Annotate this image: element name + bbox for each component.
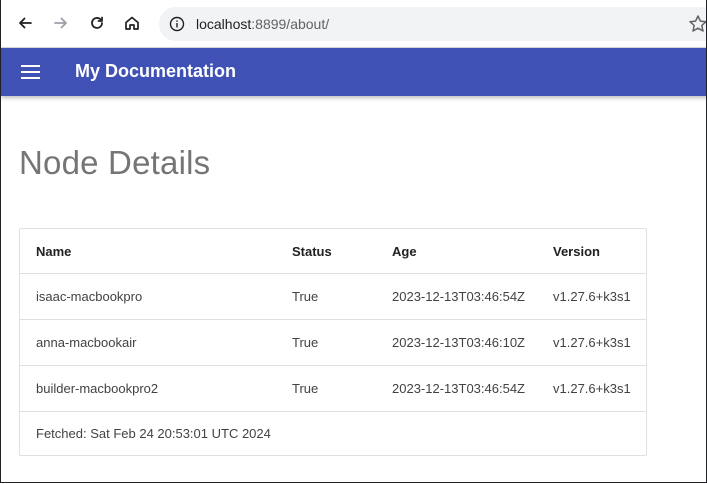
address-bar[interactable]: localhost:8899/about/ — [159, 7, 706, 41]
reload-button[interactable] — [83, 9, 111, 37]
column-header-version: Version — [537, 229, 646, 274]
star-icon[interactable] — [688, 14, 707, 34]
page-title: Node Details — [19, 144, 211, 181]
forward-button[interactable] — [47, 9, 75, 37]
node-table-card: Name Status Age Version isaac-macbookpro… — [19, 228, 647, 456]
url-text[interactable]: localhost:8899/about/ — [196, 16, 329, 32]
cell-name: builder-macbookpro2 — [20, 365, 276, 412]
menu-line — [21, 77, 40, 79]
table-row: isaac-macbookpro True 2023-12-13T03:46:5… — [20, 273, 646, 320]
cell-version: v1.27.6+k3s1 — [537, 319, 646, 366]
table-row: anna-macbookair True 2023-12-13T03:46:10… — [20, 319, 646, 366]
info-icon[interactable] — [167, 14, 187, 34]
table-row: builder-macbookpro2 True 2023-12-13T03:4… — [20, 365, 646, 412]
arrow-right-icon — [54, 17, 67, 29]
cell-version: v1.27.6+k3s1 — [537, 273, 646, 320]
hamburger-menu-icon[interactable] — [19, 61, 43, 83]
browser-window: localhost:8899/about/ My Documentation N… — [0, 0, 707, 483]
back-button[interactable] — [11, 9, 39, 37]
table-header-row: Name Status Age Version — [20, 229, 646, 274]
url-host: localhost — [196, 16, 252, 32]
cell-status: True — [276, 273, 376, 320]
menu-line — [21, 65, 40, 67]
menu-line — [21, 71, 40, 73]
fetched-timestamp: Fetched: Sat Feb 24 20:53:01 UTC 2024 — [36, 426, 271, 441]
home-button[interactable] — [118, 9, 146, 37]
cell-name: anna-macbookair — [20, 319, 276, 366]
cell-name: isaac-macbookpro — [20, 273, 276, 320]
cell-version: v1.27.6+k3s1 — [537, 365, 646, 412]
cell-age: 2023-12-13T03:46:54Z — [376, 365, 537, 412]
node-table: Name Status Age Version isaac-macbookpro… — [20, 229, 646, 412]
cell-status: True — [276, 365, 376, 412]
reload-icon — [91, 16, 103, 29]
column-header-age: Age — [376, 229, 537, 274]
cell-age: 2023-12-13T03:46:54Z — [376, 273, 537, 320]
app-bar: My Documentation — [1, 48, 706, 96]
app-title[interactable]: My Documentation — [75, 61, 236, 82]
url-path: :8899/about/ — [251, 16, 330, 32]
column-header-status: Status — [276, 229, 376, 274]
cell-age: 2023-12-13T03:46:10Z — [376, 319, 537, 366]
home-icon — [125, 16, 139, 30]
column-header-name: Name — [20, 229, 276, 274]
cell-status: True — [276, 319, 376, 366]
browser-toolbar: localhost:8899/about/ — [1, 0, 707, 48]
arrow-left-icon — [19, 17, 32, 29]
